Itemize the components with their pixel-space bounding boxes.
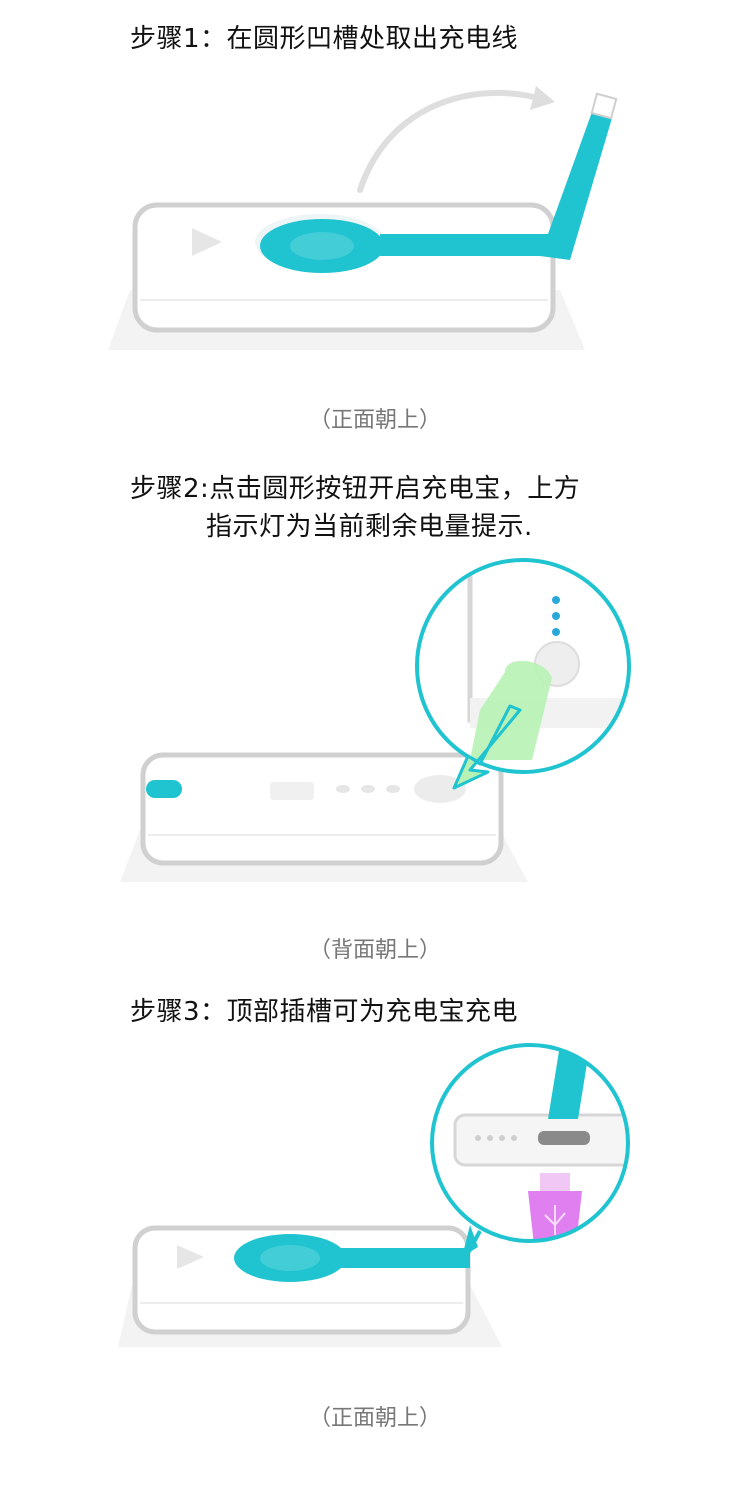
step3-title: 步骤3：顶部插槽可为充电宝充电 [130,993,518,1031]
step2-led-dot [552,596,560,604]
step2-led-dot [552,612,560,620]
step1-connector [590,92,618,120]
step2-logo-mark [270,782,314,800]
step2-title: 步骤2:点击圆形按钮开启充电宝，上方 指示灯为当前剩余电量提示. [130,470,580,546]
step1-title: 步骤1：在圆形凹槽处取出充电线 [130,20,518,58]
step2-cable-tab [146,780,182,798]
step2-indicator-dot [386,785,400,793]
step1-cable-strip [380,234,540,256]
step1-cable-up [540,112,612,260]
step2-indicator-dot [361,785,375,793]
step1-illustration [108,86,618,350]
step2-illustration [120,558,631,882]
step1-caption: （正面朝上） [308,408,441,433]
step1-title-text: 步骤1：在圆形凹槽处取出充电线 [130,24,519,54]
step2-title-line1: 步骤2:点击圆形按钮开启充电宝，上方 [130,474,581,504]
step2-led-dot [552,628,560,636]
step2-caption: （背面朝上） [308,938,441,963]
step3-illustration [118,1043,630,1347]
step2-title-line2: 指示灯为当前剩余电量提示. [206,512,533,542]
step1-arrow-head [530,86,555,110]
step2-device-body [140,752,504,866]
step3-title-text: 步骤3：顶部插槽可为充电宝充电 [130,997,519,1027]
step2-indicator-dot [336,785,350,793]
step3-caption: （正面朝上） [308,1406,441,1431]
step3-micro-usb-port [538,1131,590,1145]
step3-cable-strip [340,1248,470,1268]
step3-usb-plug-head [540,1173,570,1191]
step1-curved-arrow [357,89,548,193]
